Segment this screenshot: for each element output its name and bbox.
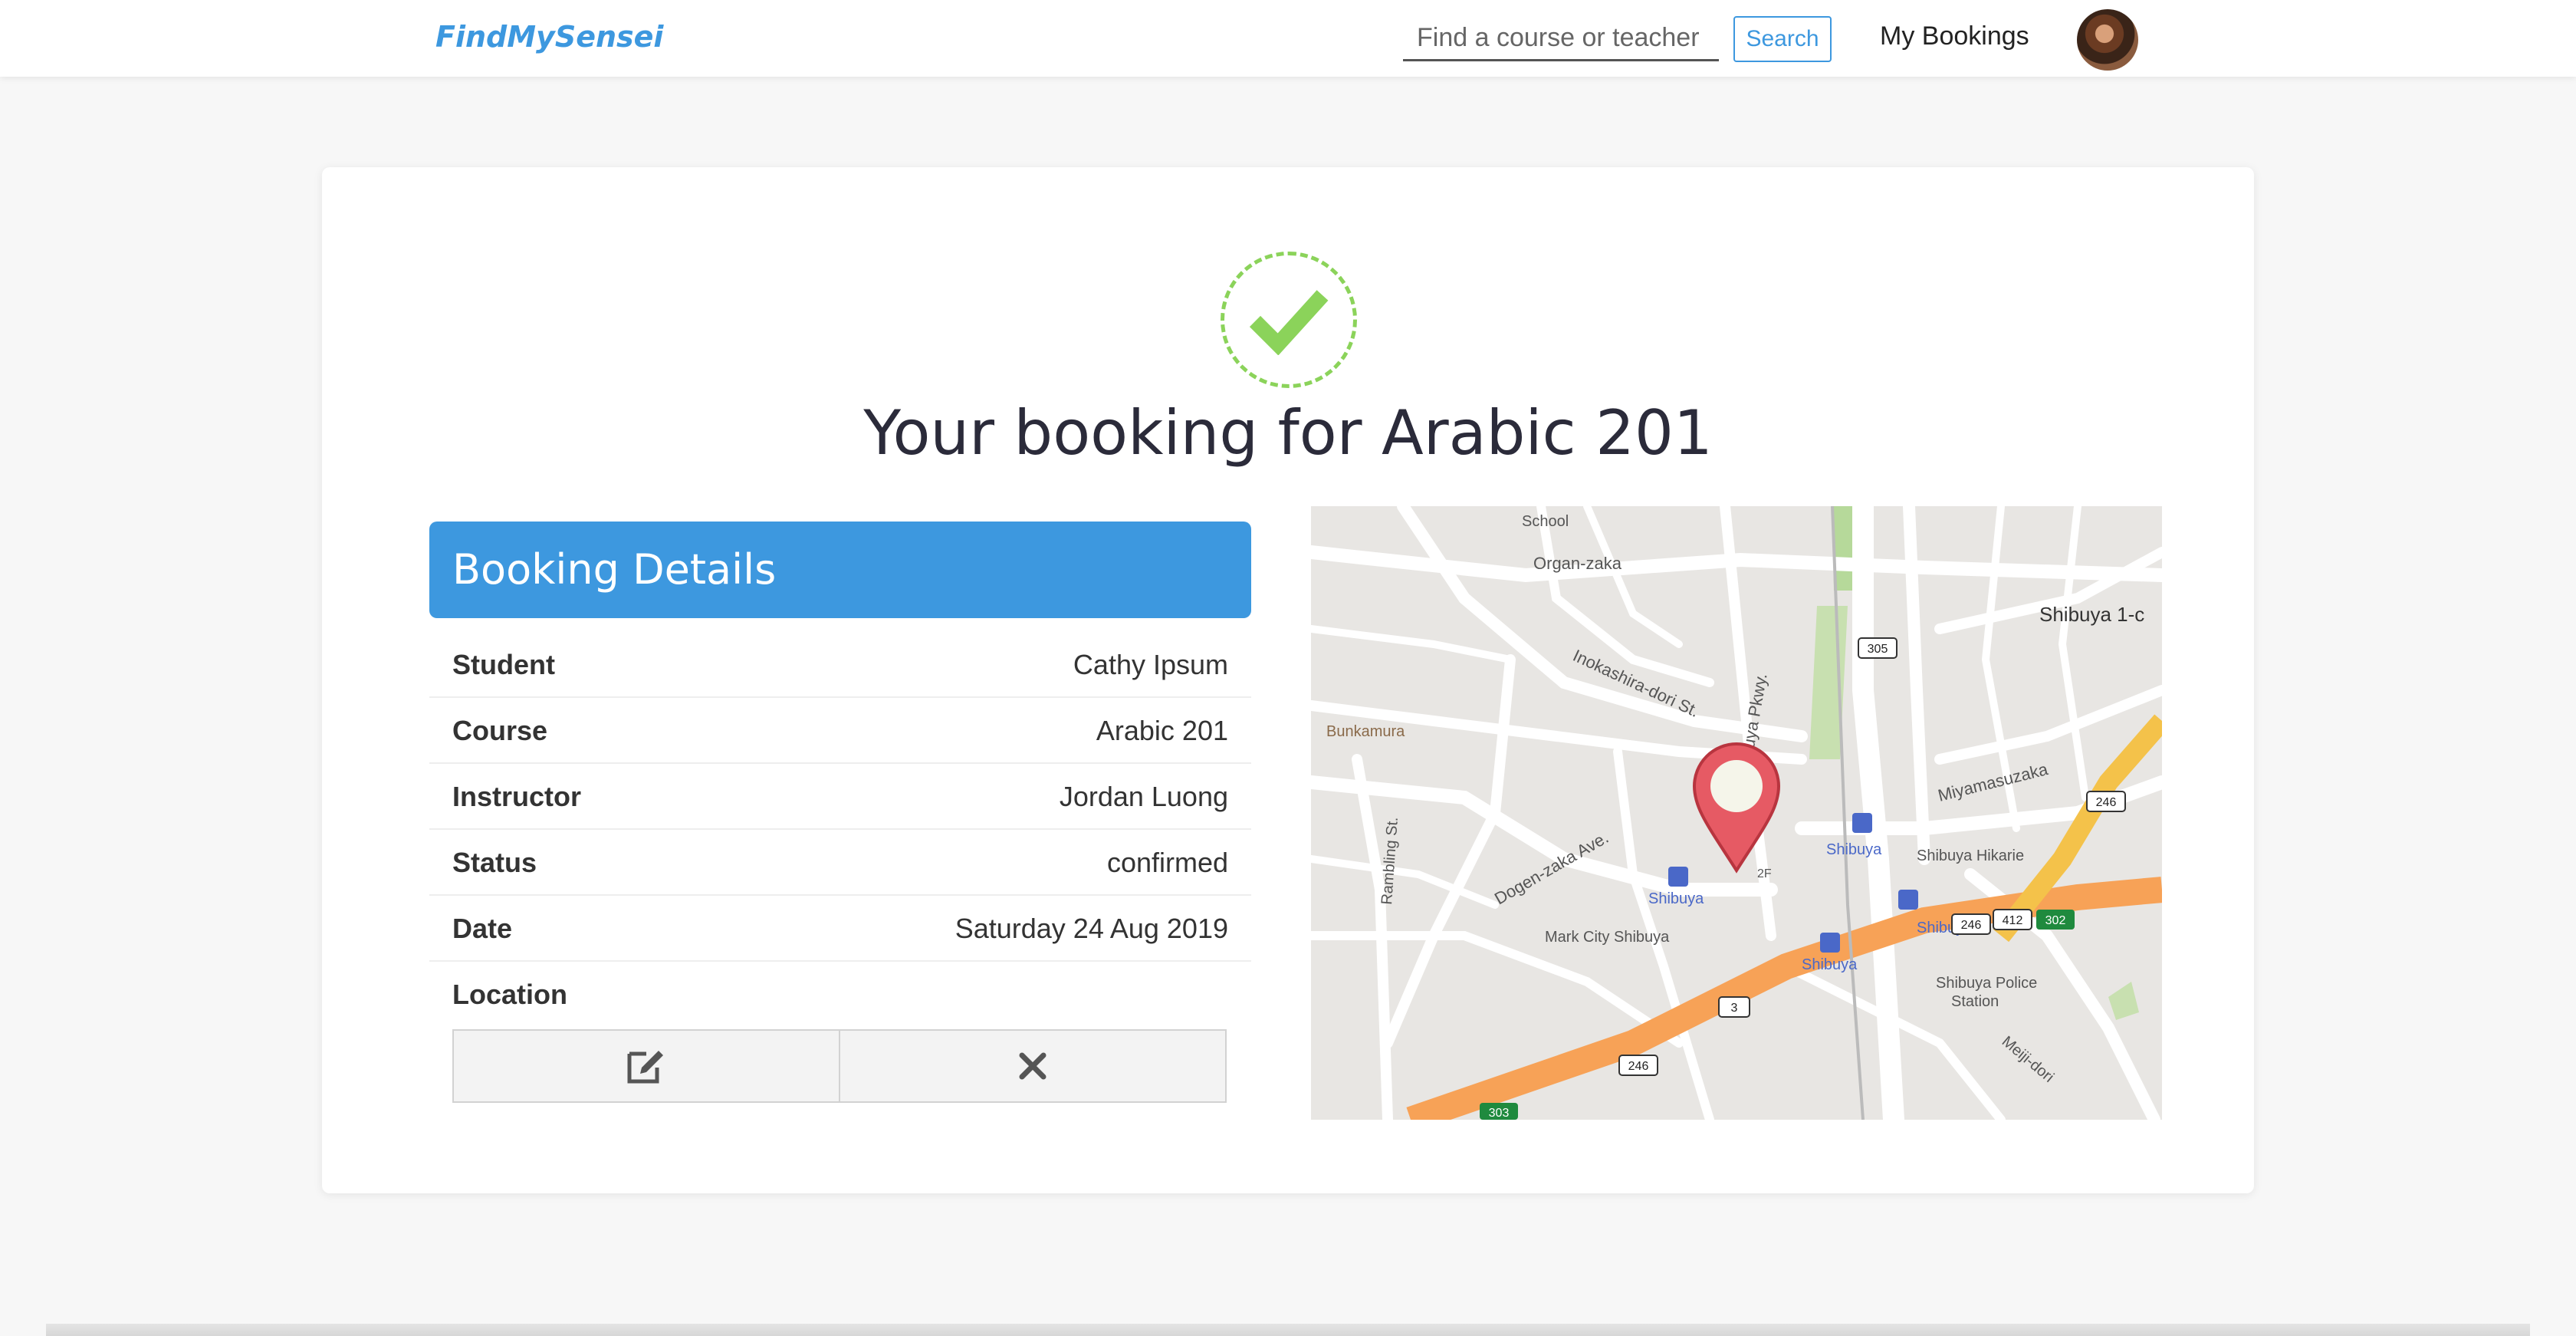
map-label: Shibuya	[1802, 956, 1858, 973]
map-label: Shibuya	[1648, 890, 1704, 907]
route-number: 302	[2045, 914, 2066, 927]
route-number: 246	[2096, 796, 2117, 809]
avatar[interactable]	[2077, 9, 2138, 71]
navbar: FindMySensei Search My Bookings	[0, 0, 2576, 77]
detail-value: Jordan Luong	[1059, 781, 1228, 812]
search-input[interactable]	[1403, 17, 1719, 61]
map-label: School	[1522, 513, 1569, 530]
detail-row-status: Status confirmed	[429, 830, 1251, 896]
map-label: Shibuya 1-c	[2039, 603, 2144, 626]
route-number: 3	[1731, 1002, 1738, 1015]
map-label: Station	[1951, 993, 1999, 1010]
page-bottom-edge	[46, 1324, 2530, 1336]
detail-row-date: Date Saturday 24 Aug 2019	[429, 896, 1251, 962]
map-label: Shibuya Hikarie	[1917, 847, 2024, 864]
search-button[interactable]: Search	[1733, 16, 1832, 62]
detail-label: Course	[452, 715, 548, 746]
route-number: 303	[1489, 1107, 1510, 1120]
route-number: 305	[1868, 643, 1888, 656]
map-label: Shibuya Police	[1936, 975, 2037, 992]
detail-label: Status	[452, 847, 537, 878]
map-label: Shibuya	[1826, 841, 1882, 858]
success-check-icon	[1221, 252, 1357, 388]
edit-button[interactable]	[452, 1029, 840, 1103]
brand-logo[interactable]: FindMySensei	[435, 20, 663, 54]
detail-row-course: Course Arabic 201	[429, 698, 1251, 764]
detail-label: Date	[452, 913, 513, 944]
booking-actions	[452, 1029, 1227, 1103]
detail-label: Location	[452, 979, 567, 1010]
close-icon	[1019, 1052, 1046, 1080]
edit-icon	[627, 1051, 663, 1084]
my-bookings-link[interactable]: My Bookings	[1880, 21, 2029, 51]
route-number: 246	[1961, 919, 1982, 932]
location-map[interactable]: School Organ-zaka Shibuya 1-c Inokashira…	[1311, 506, 2162, 1120]
map-label: Organ-zaka	[1533, 554, 1622, 573]
cancel-button[interactable]	[840, 1029, 1227, 1103]
page-title: Your booking for Arabic 201	[863, 397, 1713, 469]
detail-row-location: Location	[429, 962, 1251, 1028]
detail-value: Saturday 24 Aug 2019	[955, 913, 1228, 944]
route-number: 246	[1628, 1060, 1649, 1073]
booking-details-header: Booking Details	[429, 522, 1251, 618]
route-number: 412	[2003, 914, 2023, 927]
detail-value: Arabic 201	[1096, 715, 1228, 746]
map-label: Mark City Shibuya	[1545, 929, 1670, 946]
booking-card: Your booking for Arabic 201 Booking Deta…	[322, 167, 2254, 1193]
detail-value: confirmed	[1106, 847, 1228, 878]
detail-label: Instructor	[452, 781, 582, 812]
detail-value: Cathy Ipsum	[1073, 649, 1228, 680]
map-label: Bunkamura	[1326, 723, 1405, 740]
detail-row-instructor: Instructor Jordan Luong	[429, 764, 1251, 830]
detail-row-student: Student Cathy Ipsum	[429, 632, 1251, 698]
detail-label: Student	[452, 649, 555, 680]
map-label: 2F	[1757, 867, 1772, 880]
